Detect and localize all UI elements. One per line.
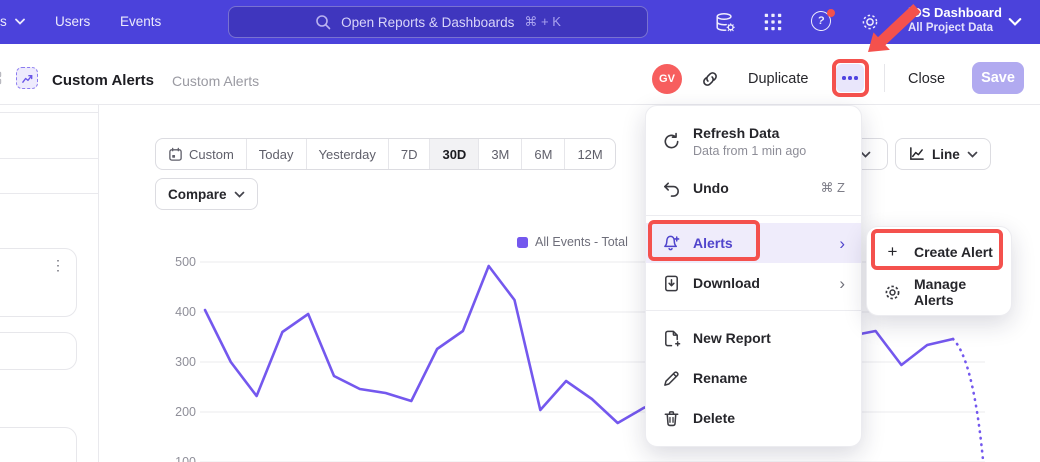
undo-icon [662,179,681,198]
menu-item-delete[interactable]: Delete [646,398,861,438]
pencil-icon [662,369,681,388]
nav-item-events[interactable]: Events [120,14,161,29]
menu-item-alerts[interactable]: Alerts › [646,223,861,263]
nav-item-clipped[interactable]: s [0,14,25,29]
apps-grid-icon[interactable] [762,11,784,33]
notification-badge [827,9,835,17]
clipped-edge-icon [0,71,6,87]
menu-sublabel: Data from 1 min ago [693,144,806,158]
submenu-caret: › [839,275,845,292]
refresh-icon [662,132,681,151]
project-chevron-down-icon[interactable] [1008,17,1022,27]
svg-text:400: 400 [175,305,196,319]
sidebar-divider [0,193,99,194]
submenu-label: Manage Alerts [914,276,995,308]
sidebar-card[interactable]: ⋮ [0,248,77,317]
legend-label: All Events - Total [535,235,628,249]
more-options-button[interactable] [836,64,864,92]
date-range-today[interactable]: Today [246,139,306,169]
menu-item-undo[interactable]: Undo ⌘ Z [646,168,861,208]
left-sidebar: ⋮ [0,105,99,462]
menu-label: Delete [693,410,735,426]
submenu-item-create-alert[interactable]: + Create Alert [867,232,1011,272]
svg-text:300: 300 [175,355,196,369]
chart-type-button[interactable]: Line [895,138,991,170]
menu-label: Alerts [693,235,733,251]
search-shortcut: ⌘ + K [524,14,561,30]
chart-legend: All Events - Total [517,235,628,249]
sidebar-divider [0,158,99,159]
submenu-label: Create Alert [914,244,993,260]
project-title: iOS Dashboard [908,5,1002,20]
menu-divider [646,215,861,216]
line-chart-icon [908,146,925,162]
menu-item-rename[interactable]: Rename [646,358,861,398]
report-header: Custom Alerts Custom Alerts GV Duplicate… [0,44,1040,105]
menu-item-refresh-data[interactable]: Refresh Data Data from 1 min ago [646,114,861,168]
search-input[interactable]: Open Reports & Dashboards ⌘ + K [228,6,648,38]
date-range-yesterday[interactable]: Yesterday [306,139,388,169]
date-range-7d[interactable]: 7D [388,139,430,169]
chevron-down-icon [15,18,25,25]
sidebar-card[interactable] [0,427,77,462]
date-range-custom[interactable]: Custom [156,139,246,169]
page-title: Custom Alerts [52,72,154,89]
menu-label: Undo [693,180,729,196]
trash-icon [662,409,681,428]
menu-label: Rename [693,370,747,386]
svg-text:100: 100 [175,455,196,462]
duplicate-button[interactable]: Duplicate [748,71,808,87]
menu-item-download[interactable]: Download › [646,263,861,303]
menu-label: Refresh Data [693,125,806,141]
app-root: 500 400 300 200 100 All Events - Total s Use… [0,0,1040,462]
date-range-12m[interactable]: 12M [564,139,614,169]
sidebar-card[interactable] [0,332,77,370]
project-subtitle: All Project Data [908,22,1002,34]
search-placeholder: Open Reports & Dashboards [341,15,514,30]
project-selector[interactable]: iOS Dashboard All Project Data [908,5,1002,34]
svg-text:500: 500 [175,255,196,269]
data-management-icon[interactable] [714,11,736,33]
settings-gear-icon[interactable] [859,11,881,33]
date-range-control: Custom Today Yesterday 7D 30D 3M 6M 12M [155,138,616,170]
gear-icon [883,283,902,302]
plus-icon: + [883,242,902,262]
chevron-down-icon [234,191,245,198]
kebab-menu-icon[interactable]: ⋮ [51,257,65,274]
sidebar-divider [0,112,99,113]
menu-label: New Report [693,330,771,346]
menu-label: Download [693,275,760,291]
menu-item-new-report[interactable]: New Report [646,318,861,358]
date-range-6m[interactable]: 6M [521,139,564,169]
help-icon[interactable]: ? [811,11,833,33]
nav-item-users[interactable]: Users [55,14,90,29]
new-report-icon [662,329,681,348]
submenu-item-manage-alerts[interactable]: Manage Alerts [867,272,1011,312]
ellipsis-icon [842,76,846,80]
header-divider [884,64,885,92]
chevron-down-icon [967,151,978,158]
date-range-3m[interactable]: 3M [478,139,521,169]
menu-shortcut: ⌘ Z [820,180,845,196]
more-options-menu: Refresh Data Data from 1 min ago Undo ⌘ … [645,105,862,447]
share-link-icon[interactable] [700,69,720,89]
alerts-submenu: + Create Alert Manage Alerts [866,226,1012,316]
download-icon [662,274,681,293]
top-navigation: s Users Events Open Reports & Dashboards… [0,0,1040,44]
alert-bell-plus-icon [662,234,681,253]
svg-text:200: 200 [175,405,196,419]
submenu-caret: › [839,235,845,252]
report-chart-icon [16,67,38,89]
menu-divider [646,310,861,311]
compare-button[interactable]: Compare [155,178,258,210]
save-button[interactable]: Save [972,62,1024,94]
date-range-30d[interactable]: 30D [429,139,478,169]
search-icon [315,14,331,30]
calendar-icon [168,147,183,162]
close-button[interactable]: Close [908,71,945,87]
avatar[interactable]: GV [652,64,682,94]
legend-swatch [517,237,528,248]
breadcrumb: Custom Alerts [172,73,259,89]
nav-item-clipped-label: s [0,14,7,29]
